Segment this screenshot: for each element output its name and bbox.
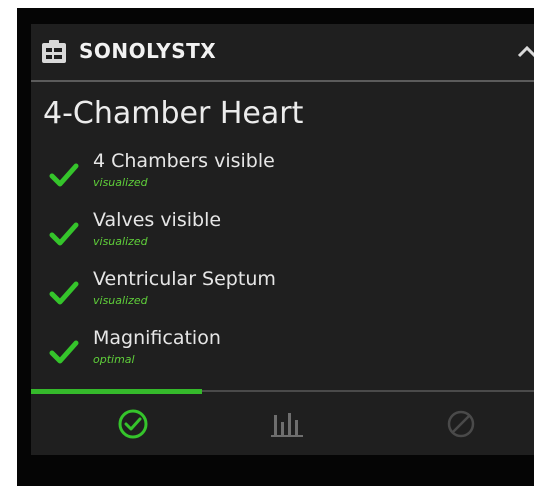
check-status: optimal: [93, 353, 135, 366]
disabled-circle-icon: [445, 408, 477, 440]
check-item-4-chambers: 4 Chambers visible visualized: [31, 150, 534, 208]
check-status: visualized: [93, 294, 148, 307]
active-tab-indicator: [31, 389, 203, 394]
screen-background: SONOLYSTX 4-Chamber Heart 4 Chambers vis…: [17, 8, 534, 486]
tab-checklist[interactable]: [113, 406, 153, 442]
check-item-ventricular-septum: Ventricular Septum visualized: [31, 268, 534, 326]
checkmark-icon: [49, 221, 79, 247]
tab-bar: [31, 389, 534, 457]
check-status: visualized: [93, 176, 148, 189]
header-divider: [31, 80, 534, 82]
check-label: 4 Chambers visible: [93, 150, 275, 172]
check-status: visualized: [93, 235, 148, 248]
app-name: SONOLYSTX: [79, 39, 217, 63]
checklist-icon: [41, 40, 67, 64]
check-item-magnification: Magnification optimal: [31, 327, 534, 385]
check-label: Ventricular Septum: [93, 268, 276, 290]
view-title: 4-Chamber Heart: [43, 96, 304, 131]
tab-statistics[interactable]: [267, 406, 307, 442]
panel-header[interactable]: SONOLYSTX: [31, 24, 534, 80]
checkmark-icon: [49, 280, 79, 306]
check-item-valves: Valves visible visualized: [31, 209, 534, 267]
check-label: Magnification: [93, 327, 221, 349]
check-label: Valves visible: [93, 209, 222, 231]
checkmark-icon: [49, 339, 79, 365]
chevron-up-icon[interactable]: [516, 40, 534, 64]
sonolystx-panel: SONOLYSTX 4-Chamber Heart 4 Chambers vis…: [31, 24, 534, 455]
tab-disabled[interactable]: [441, 406, 481, 442]
checkmark-icon: [49, 162, 79, 188]
check-circle-icon: [117, 408, 149, 440]
bar-chart-icon: [270, 409, 304, 439]
